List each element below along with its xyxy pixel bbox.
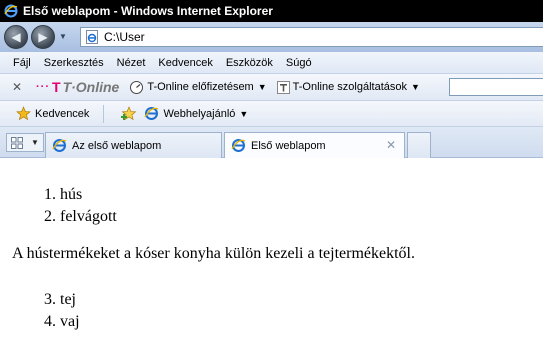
favorites-button[interactable]: Kedvencek bbox=[16, 106, 89, 121]
star-icon bbox=[16, 106, 31, 121]
recent-pages-dropdown[interactable]: ▼ bbox=[59, 32, 69, 42]
menu-tools[interactable]: Eszközök bbox=[226, 57, 273, 69]
services-button[interactable]: T-Online szolgáltatások ▼ bbox=[276, 80, 420, 94]
list-item-text: hús bbox=[60, 186, 83, 203]
address-toolbar: ◀ ▶ ▼ C:\User bbox=[0, 22, 543, 52]
favorites-bar: Kedvencek Webhelyajánló ▼ bbox=[0, 101, 543, 127]
menu-help[interactable]: Súgó bbox=[286, 57, 312, 69]
add-to-favorites-icon bbox=[121, 105, 137, 120]
list-item: 1. hús bbox=[36, 184, 117, 206]
forward-arrow-icon: ▶ bbox=[38, 30, 48, 44]
menu-favorites[interactable]: Kedvencek bbox=[158, 57, 212, 69]
close-toolbar-icon[interactable]: ✕ bbox=[12, 80, 26, 94]
tab-label: Az első weblapom bbox=[72, 139, 162, 152]
tab-first-webpage[interactable]: Az első weblapom bbox=[45, 132, 222, 158]
subscription-button[interactable]: T-Online előfizetésem ▼ bbox=[129, 80, 267, 95]
quick-tabs-grid-icon bbox=[11, 136, 23, 149]
list-item-text: felvágott bbox=[60, 208, 117, 225]
menu-bar: Fájl Szerkesztés Nézet Kedvencek Eszközö… bbox=[0, 52, 543, 74]
menu-edit[interactable]: Szerkesztés bbox=[44, 57, 104, 69]
list-item-number: 4. bbox=[44, 313, 56, 330]
menu-file[interactable]: Fájl bbox=[13, 57, 31, 69]
list-item-number: 2. bbox=[44, 208, 56, 225]
t-online-logo-text: T·Online bbox=[62, 79, 120, 95]
page-icon bbox=[86, 30, 98, 44]
ordered-list-second: 3. tej 4. vaj bbox=[36, 289, 80, 333]
internet-explorer-icon bbox=[231, 139, 246, 152]
suggested-sites-label: Webhelyajánló bbox=[163, 107, 236, 120]
list-item: 4. vaj bbox=[36, 311, 80, 333]
list-item-number: 1. bbox=[44, 186, 56, 203]
list-item: 2. felvágott bbox=[36, 206, 117, 228]
internet-explorer-icon bbox=[4, 4, 18, 18]
list-item-text: vaj bbox=[60, 313, 80, 330]
subscription-dropdown-icon: ▼ bbox=[257, 82, 267, 92]
address-input[interactable]: C:\User bbox=[80, 27, 543, 47]
new-tab-button[interactable] bbox=[407, 132, 431, 158]
internet-explorer-icon bbox=[144, 107, 159, 120]
tab-label: Első weblapom bbox=[251, 139, 326, 152]
suggested-sites-dropdown-icon: ▼ bbox=[239, 108, 249, 119]
paragraph: A hústermékeket a kóser konyha külön kez… bbox=[12, 245, 415, 262]
subscription-label: T-Online előfizetésem bbox=[147, 81, 254, 93]
back-arrow-icon: ◀ bbox=[11, 30, 21, 44]
services-label: T-Online szolgáltatások bbox=[292, 81, 407, 93]
list-item-number: 3. bbox=[44, 291, 56, 308]
list-item: 3. tej bbox=[36, 289, 80, 311]
toolbar-search-input[interactable] bbox=[449, 78, 543, 96]
t-brand-icon bbox=[276, 80, 290, 94]
t-online-logo[interactable]: ··· T T·Online bbox=[36, 79, 119, 95]
tab-bar: ▼ Az első weblapom Első weblapom ✕ bbox=[0, 127, 543, 158]
ordered-list-first: 1. hús 2. felvágott bbox=[36, 184, 117, 228]
page-content: 1. hús 2. felvágott A hústermékeket a kó… bbox=[0, 158, 543, 359]
t-online-toolbar: ✕ ··· T T·Online T-Online előfizetésem ▼… bbox=[0, 74, 543, 101]
menu-view[interactable]: Nézet bbox=[117, 57, 146, 69]
services-dropdown-icon: ▼ bbox=[411, 82, 420, 92]
close-tab-icon[interactable]: ✕ bbox=[386, 138, 396, 152]
suggested-sites-button[interactable]: Webhelyajánló ▼ bbox=[144, 106, 248, 121]
back-button[interactable]: ◀ bbox=[4, 25, 28, 49]
forward-button[interactable]: ▶ bbox=[31, 25, 55, 49]
tab-active-webpage[interactable]: Első weblapom ✕ bbox=[224, 132, 405, 158]
list-item-text: tej bbox=[60, 291, 76, 308]
favorites-label: Kedvencek bbox=[35, 107, 90, 120]
window-title: Első weblapom - Windows Internet Explore… bbox=[23, 4, 273, 18]
favorites-divider bbox=[103, 104, 105, 123]
tab-list-dropdown-icon[interactable]: ▼ bbox=[31, 138, 39, 147]
address-text: C:\User bbox=[104, 30, 145, 44]
quick-tabs-button[interactable]: ▼ bbox=[6, 133, 44, 152]
title-bar: Első weblapom - Windows Internet Explore… bbox=[0, 0, 543, 22]
gauge-icon bbox=[130, 80, 144, 94]
internet-explorer-icon bbox=[52, 139, 67, 152]
add-favorite-button[interactable] bbox=[120, 105, 138, 122]
